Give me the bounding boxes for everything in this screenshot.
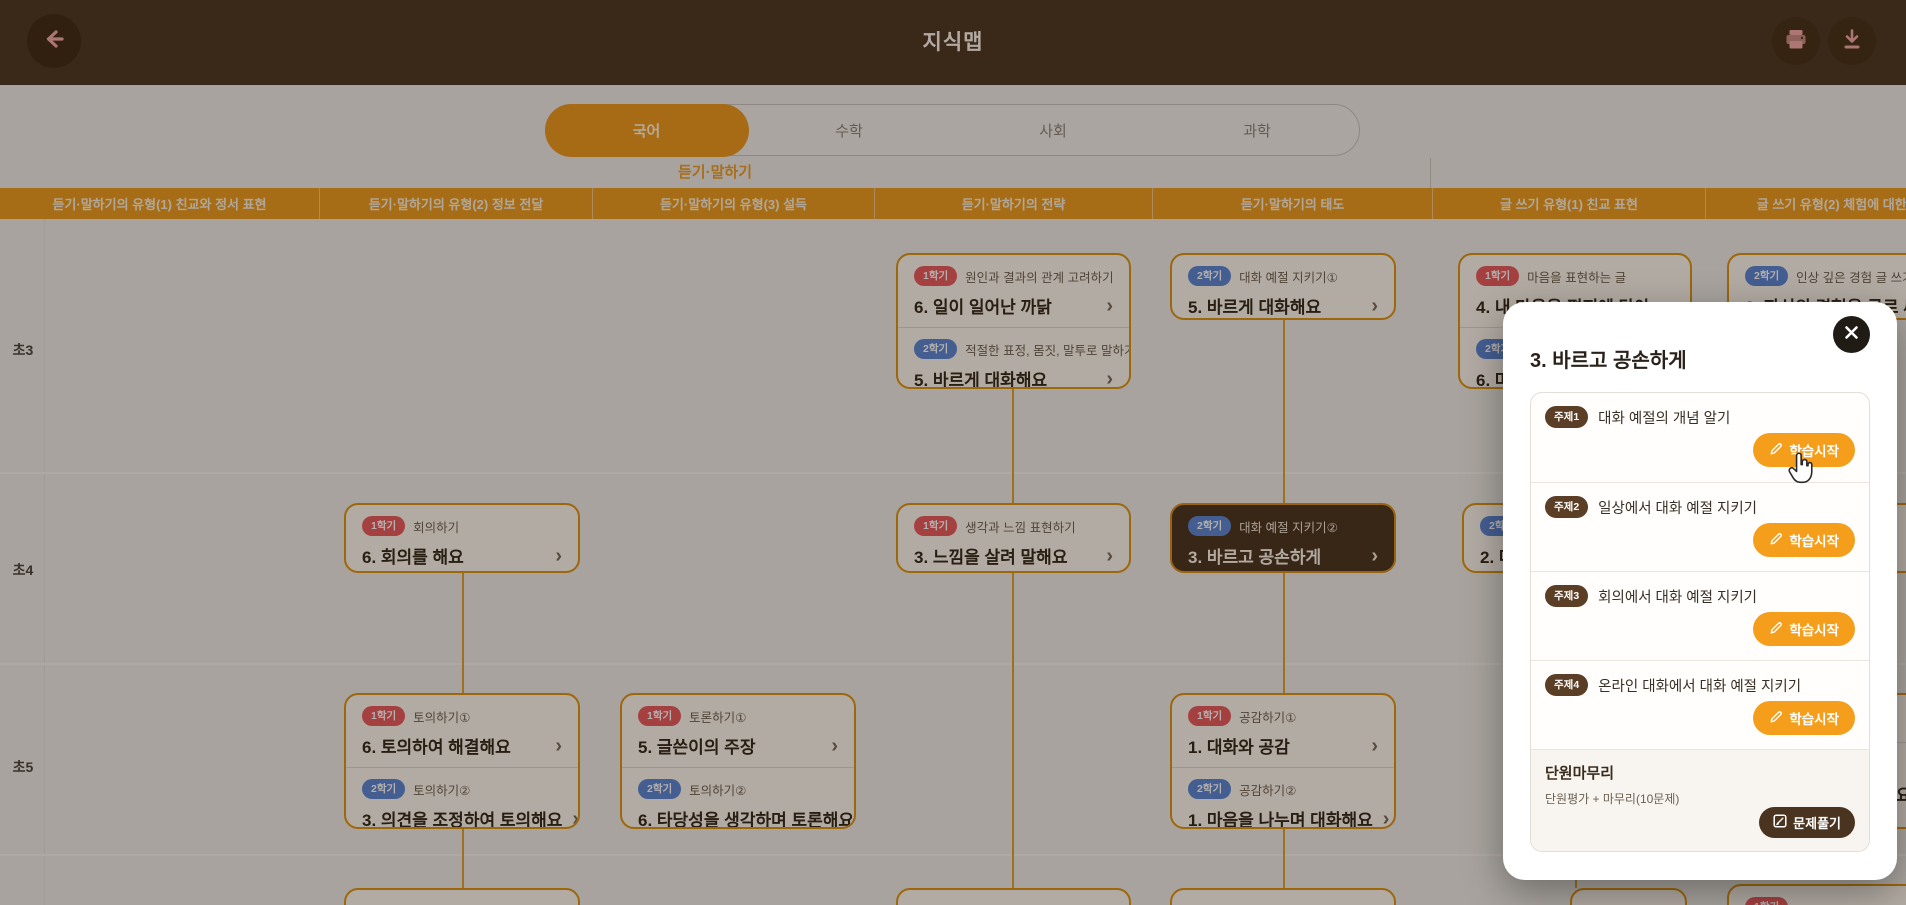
pencil-icon <box>1769 442 1783 459</box>
topic-head: 주제3 회의에서 대화 예절 지키기 <box>1545 585 1855 607</box>
topic-head: 주제4 온라인 대화에서 대화 예절 지키기 <box>1545 674 1855 696</box>
topic-row: 주제4 온라인 대화에서 대화 예절 지키기학습시작 <box>1531 660 1869 749</box>
topic-head: 주제2 일상에서 대화 예절 지키기 <box>1545 496 1855 518</box>
pencil-icon <box>1769 532 1783 549</box>
hand-cursor <box>1786 452 1814 489</box>
pencil-icon <box>1769 621 1783 638</box>
start-learning-button[interactable]: 학습시작 <box>1753 701 1855 735</box>
wrapup-title: 단원마무리 <box>1545 762 1855 783</box>
topic-row: 주제2 일상에서 대화 예절 지키기학습시작 <box>1531 482 1869 571</box>
topic-badge: 주제1 <box>1545 406 1588 428</box>
close-icon <box>1844 325 1859 345</box>
knowledge-map-page: 지식맵 국어수학사회과학 듣기·말하기 듣기·말하기의 유형(1) 친교와 정서… <box>0 0 1906 905</box>
topic-text: 회의에서 대화 예절 지키기 <box>1598 586 1757 607</box>
wrapup-description: 단원평가 + 마무리(10문제) <box>1545 790 1855 807</box>
topic-text: 대화 예절의 개념 알기 <box>1598 407 1730 428</box>
start-learning-button[interactable]: 학습시작 <box>1753 612 1855 646</box>
topic-badge: 주제3 <box>1545 585 1588 607</box>
topic-head: 주제1 대화 예절의 개념 알기 <box>1545 406 1855 428</box>
topic-row: 주제3 회의에서 대화 예절 지키기학습시작 <box>1531 571 1869 660</box>
start-learning-button[interactable]: 학습시작 <box>1753 523 1855 557</box>
topic-badge: 주제2 <box>1545 496 1588 518</box>
topic-badge: 주제4 <box>1545 674 1588 696</box>
write-note-icon <box>1773 814 1787 831</box>
start-learning-label: 학습시작 <box>1789 530 1839 550</box>
unit-modal: 3. 바르고 공손하게 주제1 대화 예절의 개념 알기학습시작 주제2 일상에서 대… <box>1503 302 1897 880</box>
start-learning-label: 학습시작 <box>1789 708 1839 728</box>
unit-wrapup-section: 단원마무리 단원평가 + 마무리(10문제) 문제풀기 <box>1531 749 1869 851</box>
topics-box: 주제1 대화 예절의 개념 알기학습시작 주제2 일상에서 대화 예절 지키기학습시작… <box>1530 392 1870 852</box>
topic-text: 일상에서 대화 예절 지키기 <box>1598 497 1757 518</box>
pencil-icon <box>1769 710 1783 727</box>
unit-title: 3. 바르고 공손하게 <box>1530 344 1687 373</box>
close-button[interactable] <box>1833 316 1870 353</box>
topic-row: 주제1대화 예절의 개념 알기학습시작 <box>1531 393 1869 482</box>
start-learning-label: 학습시작 <box>1789 619 1839 639</box>
solve-problems-label: 문제풀기 <box>1793 813 1841 832</box>
solve-problems-button[interactable]: 문제풀기 <box>1759 807 1855 838</box>
topic-text: 온라인 대화에서 대화 예절 지키기 <box>1598 675 1801 696</box>
topics-list: 주제1 대화 예절의 개념 알기학습시작 주제2 일상에서 대화 예절 지키기학습시작… <box>1531 393 1869 749</box>
